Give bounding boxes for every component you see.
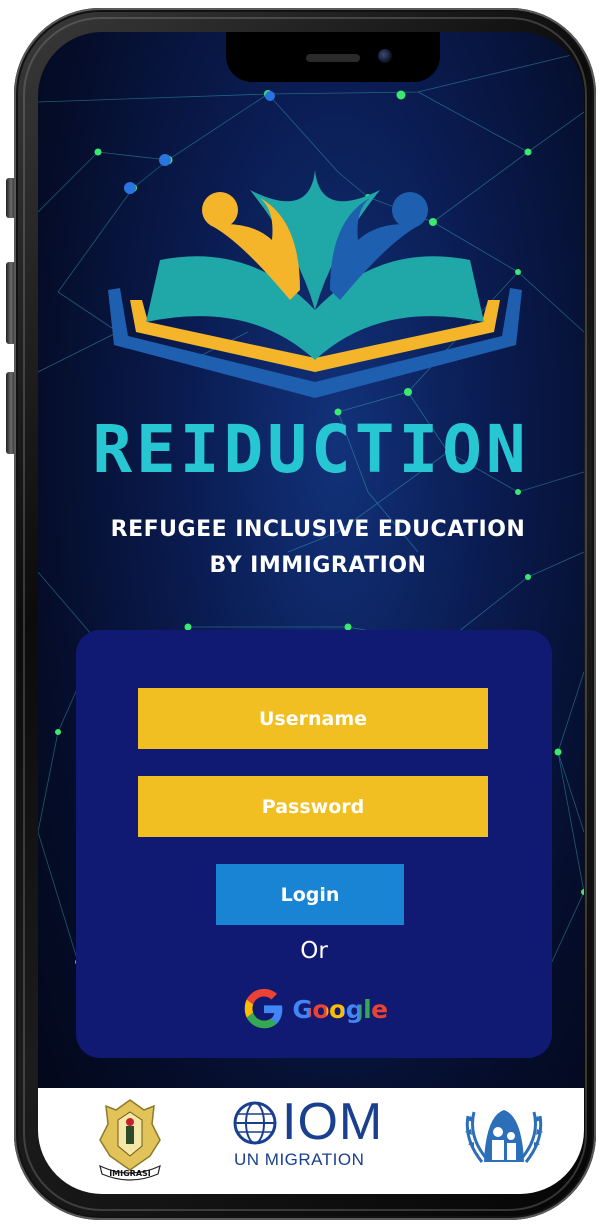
immigration-logo-text: IMIGRASI [109,1169,151,1178]
iom-logo: IOM UN MIGRATION [232,1096,402,1176]
app-screen: REIDUCTION REFUGEE INCLUSIVE EDUCATION B… [38,32,584,1194]
login-card: Login Or Google [76,630,552,1058]
front-camera [378,49,392,63]
subtitle-line-1: REFUGEE INCLUSIVE EDUCATION [110,517,526,542]
password-input[interactable] [138,776,488,837]
phone-mockup: REIDUCTION REFUGEE INCLUSIVE EDUCATION B… [0,0,606,1227]
phone-notch [226,32,440,82]
google-login-button[interactable]: Google [230,984,400,1034]
iom-globe-icon [233,1101,277,1145]
immigration-emblem-icon: IMIGRASI [99,1099,161,1181]
app-subtitle: REFUGEE INCLUSIVE EDUCATION BY IMMIGRATI… [78,512,558,584]
unhcr-emblem-icon [465,1110,543,1163]
partner-logos-bar: IMIGRASI IOM UN MIGRATION [38,1088,584,1194]
iom-wordmark: IOM [282,1093,384,1151]
open-book-people-icon [108,170,522,398]
or-separator: Or [300,938,328,964]
google-label: Google [292,994,388,1024]
google-g-icon [245,988,283,1029]
app-title: REIDUCTION [92,411,530,488]
earpiece-speaker [306,54,360,62]
subtitle-line-2: BY IMMIGRATION [209,553,427,578]
login-button[interactable]: Login [216,864,404,925]
google-label-text: Google [292,994,388,1024]
username-input[interactable] [138,688,488,749]
iom-subtitle: UN MIGRATION [234,1150,365,1169]
